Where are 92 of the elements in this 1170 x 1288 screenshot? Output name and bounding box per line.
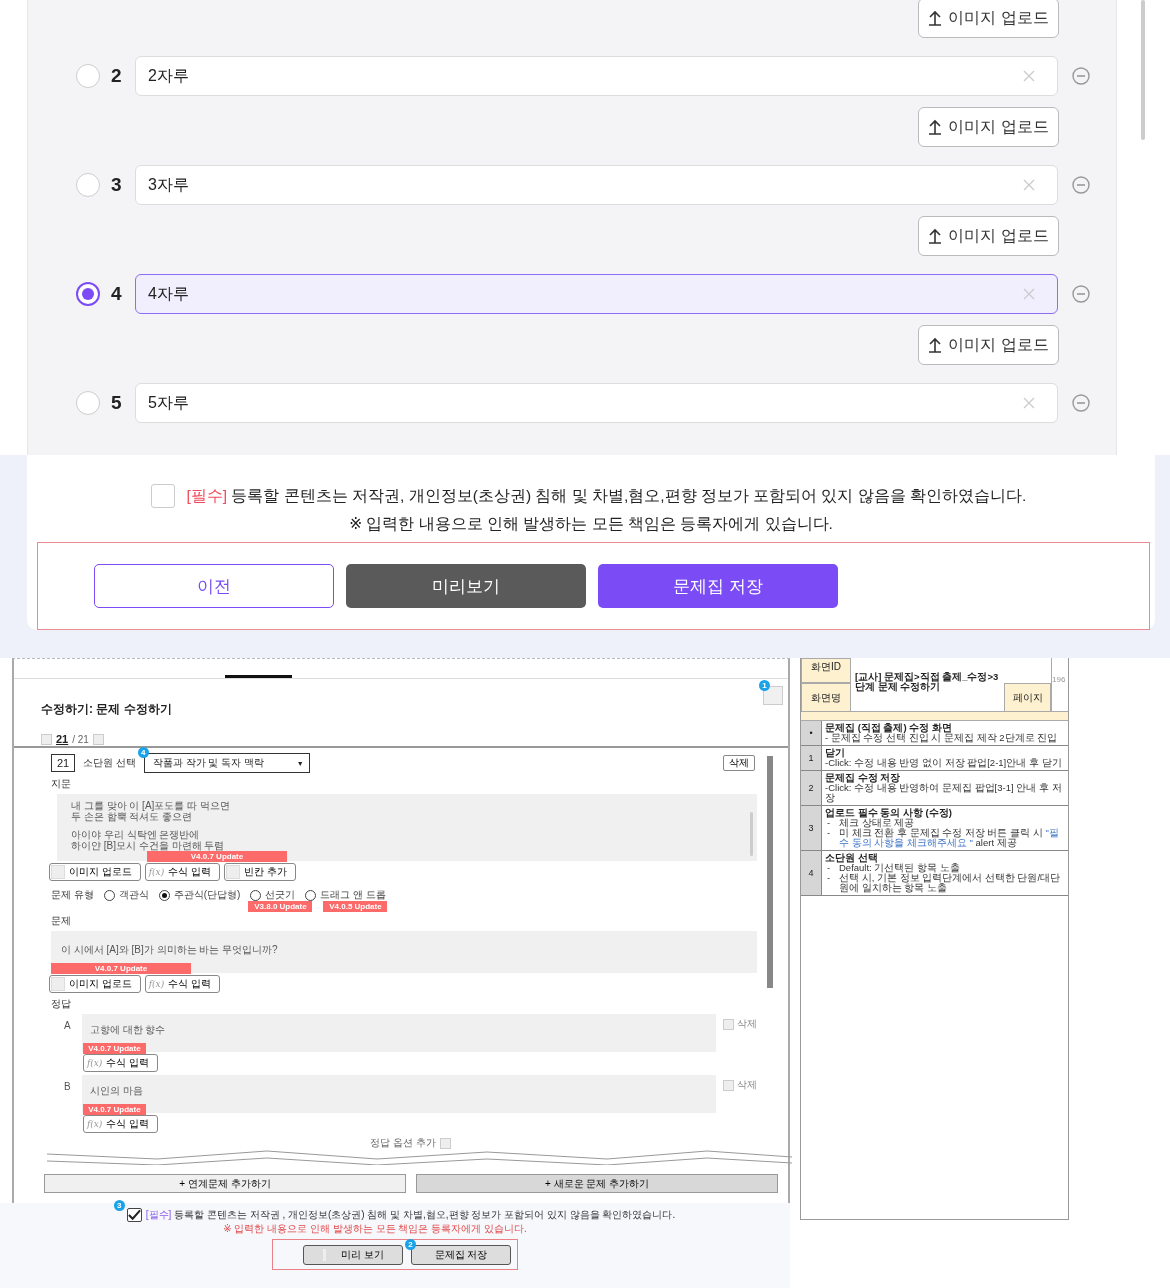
answer-text: 고향에 대한 향수 bbox=[89, 1024, 166, 1035]
question-field[interactable]: 이 시에서 [A]와 [B]가 의미하는 바는 무엇입니까? V4.0.7 Update bbox=[51, 931, 757, 973]
formula-button[interactable]: f(x) 수식 입력 bbox=[144, 863, 220, 881]
unit-label: 소단원 선택 bbox=[83, 756, 136, 770]
image-upload-button[interactable]: 이미지 업로드 bbox=[918, 216, 1059, 256]
consent-text: [필수] 등록할 콘텐츠는 저작권 , 개인정보(초상권) 침해 및 차별,혐오,편향 정보가 포함되어 있지 않음을 확인하였습니다. bbox=[145, 1208, 676, 1222]
item-description: -Click: 수정 내용 반영하여 문제집 팝업[3-1] 안내 후 저장 bbox=[825, 783, 1063, 803]
answer-input-field[interactable]: 5자루 bbox=[135, 383, 1058, 423]
table-cell: 화면명 bbox=[801, 683, 851, 712]
delete-button[interactable]: 삭제 bbox=[723, 755, 755, 771]
number-badge: 4 bbox=[137, 747, 149, 758]
item-title: 닫기 bbox=[825, 748, 846, 758]
choice-number: 5 bbox=[111, 392, 123, 414]
update-tag: V4.0.7 Update bbox=[82, 1104, 146, 1115]
item-description: -Click: 수정 내용 반영 없이 저장 팝업[2-1]안내 후 닫기 bbox=[825, 758, 1062, 768]
item-description: 체크 상태로 제공 bbox=[839, 818, 915, 828]
answer-letter: A bbox=[63, 1019, 72, 1033]
number-badge: 1 bbox=[759, 680, 770, 691]
current-page[interactable]: 21 bbox=[56, 733, 69, 745]
section-label: 문제 bbox=[51, 914, 72, 928]
responsibility-note: ※ 입력한 내용으로 인해 발생하는 모든 책임은 등록자에게 있습니다. bbox=[349, 514, 833, 534]
question-text: 이 시에서 [A]와 [B]가 의미하는 바는 무엇입니까? bbox=[61, 944, 278, 955]
option-label: 객관식 bbox=[118, 888, 149, 902]
bullet: - bbox=[826, 828, 832, 840]
answer-input-field[interactable]: 4자루 bbox=[135, 274, 1058, 314]
item-description: - 문제집 수정 선택 진입 시 문제집 제작 2단계로 진입 bbox=[825, 733, 1058, 743]
answer-field[interactable]: 고향에 대한 향수 V4.0.7 Update bbox=[81, 1014, 716, 1052]
image-upload-button[interactable]: 이미지 업로드 bbox=[918, 325, 1059, 365]
update-tag: V4.0.7 Update bbox=[82, 1043, 146, 1054]
item-title: 업로드 필수 동의 사항 (수정) bbox=[825, 808, 953, 818]
item-description: 미 체크 전환 후 문제집 수정 저장 버튼 클릭 시 "필수 동의 사항을 체크해주세요 " alert 제공 bbox=[839, 828, 1060, 848]
bullet: - bbox=[827, 863, 831, 873]
formula-button[interactable]: f(x) 수식 입력 bbox=[144, 975, 220, 993]
type-label: 문제 유형 bbox=[51, 888, 94, 902]
item-title: 문제집 수정 저장 bbox=[825, 773, 901, 783]
passage-text: 내 그를 맞아 이 [A]포도를 따 먹으면 두 손은 함뿍 적셔도 좋으련 bbox=[71, 800, 231, 822]
answer-input-field[interactable]: 2자루 bbox=[135, 56, 1058, 96]
delete-label: 삭제 bbox=[737, 1078, 757, 1092]
responsibility-note: ※ 입력한 내용으로 인해 발생하는 모든 책임은 등록자에게 있습니다. bbox=[223, 1222, 527, 1236]
number-badge: 2 bbox=[405, 1239, 416, 1250]
bullet: - bbox=[827, 818, 831, 828]
choice-number: 3 bbox=[111, 174, 123, 196]
option-label: 드래그 앤 드롭 bbox=[320, 888, 386, 902]
table-cell: 1 bbox=[801, 746, 822, 770]
table-cell: • bbox=[801, 721, 822, 745]
formula-button[interactable]: f(x) 수식 입력 bbox=[82, 1054, 159, 1072]
table-cell: 2 bbox=[801, 771, 822, 805]
choice-number: 4 bbox=[111, 283, 123, 305]
choice-number: 2 bbox=[111, 65, 123, 87]
section-label: 지문 bbox=[51, 777, 72, 791]
answer-field[interactable]: 시인의 마음 V4.0.7 Update bbox=[81, 1075, 716, 1113]
item-title: 문제집 (직접 출제) 수정 화면 bbox=[825, 723, 952, 733]
table-cell: 4 bbox=[801, 851, 822, 895]
image-upload-button[interactable]: 이미지 업로드 bbox=[918, 107, 1059, 147]
item-description: 선택 시, 기본 정보 입력단계에서 선택한 단원/대단원에 일치하는 항목 노출 bbox=[839, 873, 1062, 893]
question-number: 21 bbox=[51, 754, 75, 772]
item-title: 소단원 선택 bbox=[825, 853, 878, 863]
section-label: 정답 bbox=[51, 997, 72, 1011]
number-badge: 3 bbox=[113, 1200, 125, 1211]
passage-field[interactable]: 내 그를 맞아 이 [A]포도를 따 먹으면 두 손은 함뿍 적셔도 좋으련 아이야 우리 식탁엔 은쟁반에 하이얀 [B]모시 수건을 마련해 두렴 V4.0.7 Update bbox=[57, 794, 757, 861]
passage-text: 아이야 우리 식탁엔 은쟁반에 하이얀 [B]모시 수건을 마련해 두렴 bbox=[71, 829, 226, 851]
add-new-question-button[interactable]: + 새로운 문제 추가하기 bbox=[416, 1174, 778, 1193]
preview-button[interactable]: 미리 보기 bbox=[303, 1245, 403, 1265]
page-title: 수정하기: 문제 수정하기 bbox=[41, 701, 173, 718]
save-button[interactable]: 문제집 저장 bbox=[411, 1245, 511, 1265]
table-cell: 3 bbox=[801, 806, 822, 850]
answer-text: 시인의 마음 bbox=[89, 1085, 143, 1096]
delete-label: 삭제 bbox=[737, 1017, 757, 1031]
update-tag: V4.0.5 Update bbox=[323, 901, 388, 912]
preview-button[interactable]: 미리보기 bbox=[346, 564, 586, 608]
add-option-label: 정답 옵션 추가 bbox=[370, 1136, 436, 1150]
previous-button[interactable]: 이전 bbox=[94, 564, 334, 608]
page-total: / 21 bbox=[72, 733, 89, 745]
item-description: Default: 기선택된 항목 노출 bbox=[839, 863, 960, 873]
option-label: 주관식(단답형) bbox=[173, 888, 241, 902]
bullet: - bbox=[826, 873, 832, 885]
formula-button[interactable]: f(x) 수식 입력 bbox=[82, 1115, 159, 1133]
add-linked-question-button[interactable]: + 연계문제 추가하기 bbox=[44, 1174, 406, 1193]
answer-input-field[interactable]: 3자루 bbox=[135, 165, 1058, 205]
option-label: 선긋기 bbox=[265, 888, 296, 902]
consent-text: [필수] 등록할 콘텐츠는 저작권, 개인정보(초상권) 침해 및 차별,혐오,편향 정보가 포함되어 있지 않음을 확인하였습니다. bbox=[186, 485, 1027, 506]
image-button[interactable]: 빈칸 추가 bbox=[224, 863, 296, 881]
image-button[interactable]: 이미지 업로드 bbox=[49, 975, 141, 993]
update-tag: V4.0.7 Update bbox=[147, 851, 287, 862]
image-button[interactable]: 이미지 업로드 bbox=[49, 863, 141, 881]
table-cell: 페이지 bbox=[1004, 683, 1051, 712]
image-upload-button[interactable]: 이미지 업로드 bbox=[918, 0, 1059, 38]
update-tag: V3.8.0 Update bbox=[248, 901, 313, 912]
save-button[interactable]: 문제집 저장 bbox=[598, 564, 838, 608]
table-cell: 화면ID bbox=[801, 658, 851, 683]
update-tag: V4.0.7 Update bbox=[51, 963, 191, 974]
answer-letter: B bbox=[63, 1080, 72, 1094]
